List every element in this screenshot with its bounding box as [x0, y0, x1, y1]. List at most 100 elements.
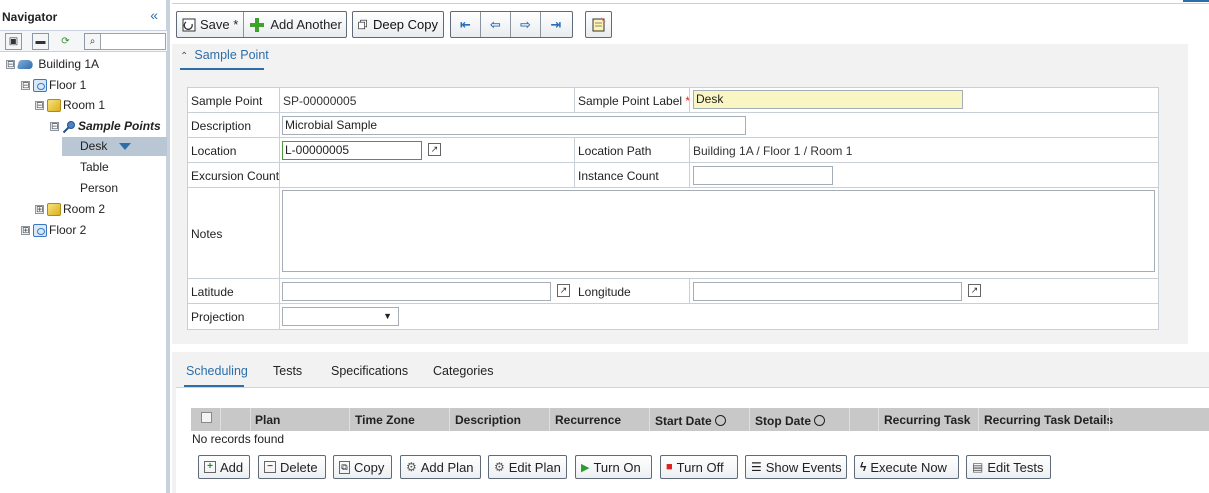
- expand-icon[interactable]: ⊞: [21, 226, 30, 236]
- clock-icon: [714, 415, 726, 426]
- deep-copy-label: Deep Copy: [372, 17, 438, 32]
- tree-node-person[interactable]: Person: [80, 179, 118, 198]
- expand-all-icon[interactable]: ▣: [5, 33, 22, 50]
- grid-header-separator: [878, 408, 879, 431]
- tree-node-desk[interactable]: Desk: [80, 137, 131, 156]
- tree-node-room-1[interactable]: ⊟ Room 1: [35, 96, 105, 115]
- record-navigation-group: ⇤ ⇦ ⇨ ⇥: [450, 11, 573, 38]
- excursion-count-label: Excursion Count: [191, 169, 280, 183]
- next-record-icon[interactable]: ⇨: [511, 12, 541, 37]
- column-recurring-task-details[interactable]: Recurring Task Details: [984, 413, 1113, 427]
- tree-node-floor-2[interactable]: ⊞ Floor 2: [21, 221, 86, 240]
- navigator-search-input[interactable]: [100, 33, 166, 50]
- latitude-input[interactable]: [282, 282, 551, 301]
- note-icon: [592, 17, 606, 32]
- turn-off-button-label: Turn Off: [676, 459, 724, 475]
- sample-point-label: Sample Point: [191, 94, 263, 108]
- turn-on-button-label: Turn On: [593, 459, 641, 475]
- dropdown-arrow-icon: ▼: [383, 311, 392, 321]
- collapse-icon[interactable]: ⊟: [50, 122, 59, 132]
- edit-tests-button[interactable]: ▤ Edit Tests: [966, 455, 1051, 479]
- grid-header-separator: [649, 408, 650, 431]
- tree-node-floor-1[interactable]: ⊟ Floor 1: [21, 76, 86, 95]
- column-stop-date[interactable]: Stop Date: [755, 414, 826, 428]
- column-plan[interactable]: Plan: [255, 413, 280, 427]
- chevron-up-icon[interactable]: ⌃: [180, 51, 188, 62]
- column-recurring-task[interactable]: Recurring Task: [884, 413, 970, 427]
- tab-tests[interactable]: Tests: [273, 364, 302, 378]
- play-icon: ▶: [581, 461, 590, 474]
- last-record-icon[interactable]: ⇥: [541, 12, 571, 37]
- floor-icon: [33, 79, 47, 93]
- grid-header-separator: [1109, 408, 1110, 431]
- tree-node-sample-points[interactable]: ⊟ Sample Points: [50, 117, 161, 136]
- collapse-icon[interactable]: ⊟: [6, 60, 15, 70]
- description-input[interactable]: Microbial Sample: [282, 116, 746, 135]
- edit-plan-icon: ⚙: [494, 460, 505, 474]
- collapse-icon[interactable]: ⊟: [21, 81, 30, 91]
- tab-specifications[interactable]: Specifications: [331, 364, 408, 378]
- first-record-icon[interactable]: ⇤: [451, 12, 481, 37]
- save-button[interactable]: Save *: [177, 12, 245, 37]
- projection-label: Projection: [191, 310, 245, 324]
- add-plan-button[interactable]: ⚙ Add Plan: [400, 455, 481, 479]
- open-location-icon[interactable]: ↗: [428, 143, 441, 156]
- open-longitude-icon[interactable]: ↗: [968, 284, 981, 297]
- clock-icon: [814, 415, 826, 426]
- copy-button[interactable]: ⧉ Copy: [333, 455, 392, 479]
- section-header[interactable]: ⌃ Sample Point: [180, 48, 269, 62]
- grid-header-separator: [349, 408, 350, 431]
- column-start-date[interactable]: Start Date: [655, 414, 726, 428]
- window-accent-bar: [1183, 0, 1209, 2]
- form-divider: [689, 163, 690, 188]
- refresh-icon[interactable]: ⟳: [57, 33, 74, 50]
- delete-button[interactable]: − Delete: [258, 455, 326, 479]
- tree-node-label: Table: [80, 160, 109, 174]
- add-icon: +: [204, 461, 216, 473]
- collapse-icon[interactable]: ⊟: [35, 101, 44, 111]
- tree-node-label: Building 1A: [38, 57, 100, 71]
- collapse-all-icon[interactable]: ▬: [32, 33, 49, 50]
- instance-count-input[interactable]: [693, 166, 833, 185]
- turn-off-button[interactable]: ■ Turn Off: [660, 455, 738, 479]
- form-divider: [689, 279, 690, 304]
- column-description[interactable]: Description: [455, 413, 521, 427]
- location-path-label: Location Path: [578, 144, 652, 158]
- turn-on-button[interactable]: ▶ Turn On: [575, 455, 652, 479]
- open-latitude-icon[interactable]: ↗: [557, 284, 570, 297]
- navigator-splitter[interactable]: [167, 0, 170, 493]
- search-icon[interactable]: ⌕: [84, 33, 101, 50]
- execute-now-button-label: Execute Now: [870, 459, 947, 475]
- tree-node-building-1a[interactable]: ⊟ Building 1A: [6, 55, 99, 74]
- navigator-panel: Navigator « ▣ ▬ ⟳ ⌕ ⊟ Building 1A ⊟ Floor…: [0, 0, 167, 493]
- tree-node-room-2[interactable]: ⊞ Room 2: [35, 200, 105, 219]
- location-input[interactable]: L-00000005: [282, 141, 422, 160]
- note-button[interactable]: [585, 11, 612, 38]
- show-events-button[interactable]: ☰ Show Events: [745, 455, 847, 479]
- form-row-projection: Projection ▼: [188, 304, 1158, 329]
- select-all-checkbox[interactable]: [201, 412, 212, 423]
- previous-record-icon[interactable]: ⇦: [481, 12, 511, 37]
- form-row-description: Description Microbial Sample: [188, 113, 1158, 138]
- deep-copy-button[interactable]: Deep Copy: [352, 11, 444, 38]
- column-recurrence[interactable]: Recurrence: [555, 413, 621, 427]
- longitude-input[interactable]: [693, 282, 962, 301]
- form-row-notes: Notes: [188, 188, 1158, 279]
- expand-icon[interactable]: ⊞: [35, 205, 44, 215]
- add-another-button[interactable]: Add Another: [244, 12, 347, 37]
- copy-icon: ⧉: [339, 460, 350, 474]
- edit-plan-button[interactable]: ⚙ Edit Plan: [488, 455, 567, 479]
- tab-categories[interactable]: Categories: [433, 364, 493, 378]
- projection-select[interactable]: ▼: [282, 307, 399, 326]
- execute-now-button[interactable]: ϟ Execute Now: [854, 455, 959, 479]
- add-button[interactable]: + Add: [198, 455, 250, 479]
- tree-node-table[interactable]: Table: [80, 158, 109, 177]
- sample-point-label-input[interactable]: Desk: [693, 90, 963, 109]
- add-plan-icon: ⚙: [406, 460, 417, 474]
- collapse-navigator-icon[interactable]: «: [150, 7, 158, 23]
- notes-textarea[interactable]: [282, 190, 1155, 272]
- room-icon: [47, 203, 61, 217]
- node-menu-dropdown-icon[interactable]: [118, 142, 131, 151]
- tab-scheduling[interactable]: Scheduling: [186, 364, 248, 378]
- column-time-zone[interactable]: Time Zone: [355, 413, 415, 427]
